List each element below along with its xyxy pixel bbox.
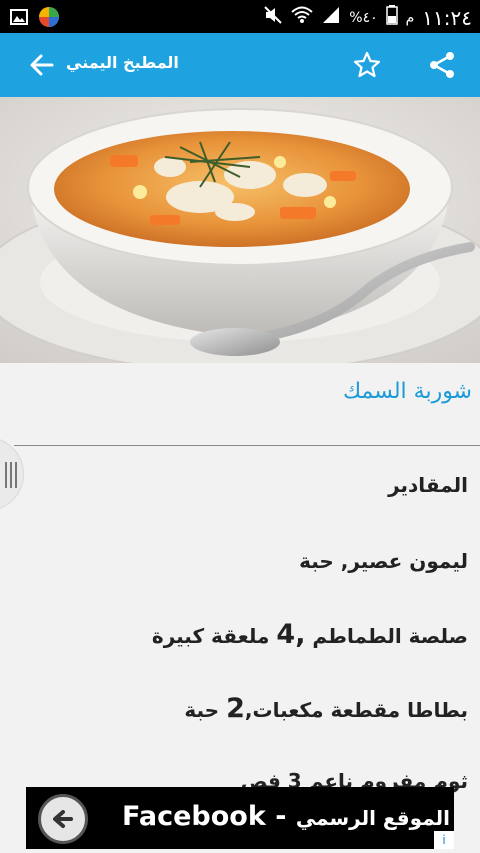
ad-info-icon[interactable]: i: [434, 831, 454, 849]
drawer-handle[interactable]: [0, 437, 24, 511]
ingredient-line: بطاطا مقطعة مكعبات,2 حبة: [184, 693, 468, 724]
signal-icon: [321, 5, 341, 30]
status-bar: %٤٠ م ١١:٢٤: [0, 0, 480, 33]
ingredient-name: صلصة الطماطم: [312, 624, 468, 648]
clock: ١١:٢٤: [422, 5, 472, 30]
recipe-title: شوربة السمك: [342, 379, 472, 404]
app-icon: [38, 6, 60, 32]
ad-arrow-button[interactable]: [38, 794, 88, 844]
app-title: المطبخ اليمني: [66, 53, 179, 72]
ingredient-amount: 4: [276, 619, 296, 650]
wifi-icon: [291, 5, 313, 30]
divider: [14, 445, 480, 446]
app-bar: المطبخ اليمني: [0, 33, 480, 97]
gallery-icon: [10, 8, 28, 30]
ingredient-line: ليمون عصير, حبة: [299, 549, 468, 573]
recipe-image: [0, 97, 480, 363]
ad-subtitle: الموقع الرسمي: [295, 806, 450, 830]
share-icon[interactable]: [428, 51, 456, 79]
ad-separator: -: [275, 801, 287, 832]
battery-icon: [385, 5, 398, 30]
ingredients-heading: المقادير: [388, 473, 468, 497]
recipe-content: شوربة السمك المقادير ليمون عصير, حبة صلص…: [0, 363, 480, 853]
ingredient-line: صلصة الطماطم ,4 ملعقة كبيرة: [151, 619, 468, 650]
ad-brand: Facebook: [122, 801, 266, 832]
ingredient-unit: حبة: [184, 698, 220, 722]
drag-handle-icon: [5, 462, 19, 488]
arrow-back-icon[interactable]: [28, 51, 56, 79]
ingredient-name: بطاطا مقطعة مكعبات,: [244, 698, 468, 722]
ingredient-unit: ملعقة كبيرة: [151, 624, 270, 648]
time-period: م: [405, 9, 415, 26]
ad-banner[interactable]: Facebook - الموقع الرسمي i: [26, 787, 454, 849]
ad-text[interactable]: Facebook - الموقع الرسمي: [122, 801, 450, 832]
battery-percent: %٤٠: [349, 9, 378, 26]
bottom-strip: [0, 849, 480, 853]
mute-icon: [263, 5, 283, 30]
ingredient-amount: 2: [226, 693, 245, 724]
star-outline-icon[interactable]: [352, 50, 382, 80]
